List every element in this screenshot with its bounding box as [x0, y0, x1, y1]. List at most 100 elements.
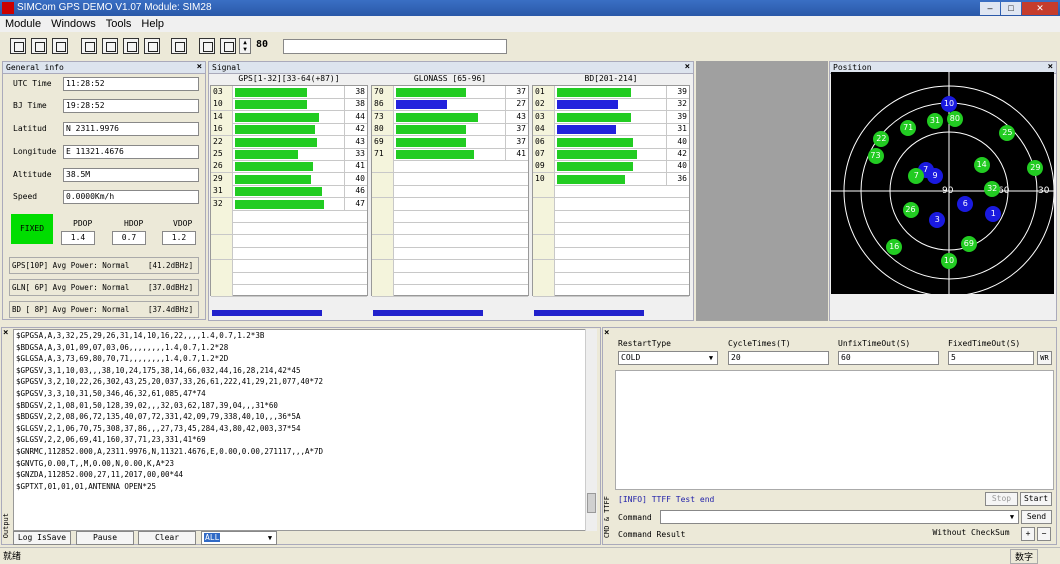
- signal-column: 70 37 86 27 73 43 80 37 69 37 71 41: [371, 85, 529, 298]
- grid-icon[interactable]: [102, 38, 118, 54]
- sat-id: 16: [211, 123, 233, 136]
- sat-id: [211, 234, 233, 247]
- number-icon[interactable]: [220, 38, 236, 54]
- signal-row: [372, 247, 528, 261]
- signal-row: [372, 197, 528, 211]
- wr-button[interactable]: WR: [1037, 351, 1052, 365]
- signal-row: [533, 185, 689, 199]
- minus-button[interactable]: −: [1037, 527, 1051, 541]
- signal-row: [211, 284, 367, 298]
- cycle-times-field[interactable]: 20: [728, 351, 829, 365]
- sat-id: [372, 197, 394, 210]
- play-icon[interactable]: [10, 38, 26, 54]
- nmea-line: $GPGSV,3,1,10,03,,,38,10,24,175,38,14,66…: [16, 365, 301, 375]
- signal-row: [533, 197, 689, 211]
- snr-value: 31: [666, 123, 687, 136]
- sat-id: [533, 185, 555, 198]
- snr-bar: [396, 125, 466, 135]
- plus-button[interactable]: +: [1021, 527, 1035, 541]
- minimize-button[interactable]: –: [980, 2, 1000, 15]
- signal-row: [372, 160, 528, 174]
- sat-id: [533, 210, 555, 222]
- snr-bar: [557, 100, 618, 110]
- snr-bar: [396, 88, 466, 97]
- fixed-timeout-label: FixedTimeOut(S): [948, 339, 1021, 348]
- chart-icon[interactable]: [81, 38, 97, 54]
- fixed-timeout-field[interactable]: 5: [948, 351, 1034, 365]
- snr-value: 42: [666, 148, 687, 160]
- pause-button[interactable]: Pause: [76, 531, 134, 545]
- clear-button[interactable]: Clear: [138, 531, 196, 545]
- sat-id: [372, 272, 394, 284]
- snr-bar: [557, 88, 631, 97]
- restart-type-select[interactable]: COLD ▼: [618, 351, 718, 365]
- signal-row: [211, 272, 367, 285]
- snr-value: 44: [344, 110, 365, 123]
- signal-group-title: GLONASS [65-96]: [413, 74, 487, 83]
- snr-bar: [557, 137, 633, 147]
- window-icon[interactable]: [144, 38, 160, 54]
- without-checksum-toggle[interactable]: Without CheckSum: [924, 527, 1018, 541]
- close-icon[interactable]: ×: [197, 62, 202, 73]
- nmea-line: $BDGSV,2,2,08,06,72,135,40,07,72,331,42,…: [16, 412, 301, 422]
- nmea-line: $GLGSA,A,3,73,69,80,70,71,,,,,,,,1.4,0.7…: [16, 354, 229, 364]
- export-icon[interactable]: [52, 38, 68, 54]
- field-value: N 2311.9976: [63, 122, 199, 136]
- record-icon[interactable]: [31, 38, 47, 54]
- sat-id: [372, 247, 394, 260]
- menu-module[interactable]: Module: [0, 16, 46, 32]
- hdop-label: HDOP: [124, 219, 144, 228]
- stop-button[interactable]: Stop: [985, 492, 1018, 506]
- send-button[interactable]: Send: [1021, 510, 1052, 524]
- snr-bar: [557, 162, 633, 172]
- table-icon[interactable]: [123, 38, 139, 54]
- radar-icon[interactable]: [171, 38, 187, 54]
- snr-bar: [396, 150, 474, 159]
- fix-status-badge: FIXED: [11, 214, 53, 244]
- start-button[interactable]: Start: [1020, 492, 1052, 506]
- signal-row: 07 42: [533, 148, 689, 161]
- log-issave-button[interactable]: Log IsSave: [13, 531, 71, 545]
- maximize-button[interactable]: □: [1001, 2, 1021, 15]
- sat-id: [372, 222, 394, 235]
- menu-bar: Module Windows Tools Help: [0, 16, 1060, 32]
- filter-value: ALL: [204, 533, 221, 542]
- command-input[interactable]: ▼: [660, 510, 1019, 524]
- menu-tools[interactable]: Tools: [101, 16, 137, 32]
- signal-row: 86 27: [372, 98, 528, 112]
- nmea-log[interactable]: $GPGSA,A,3,32,25,29,26,31,14,10,16,22,,,…: [13, 329, 597, 531]
- menu-help[interactable]: Help: [136, 16, 169, 32]
- power-row: BD [ 8P] Avg Power: Normal [37.4dBHz]: [9, 301, 199, 318]
- snr-bar: [235, 88, 307, 97]
- sat-id: 71: [372, 148, 394, 160]
- signal-row: [372, 222, 528, 236]
- snr-bar: [396, 112, 478, 122]
- signal-row: 69 37: [372, 135, 528, 149]
- general-info-title: General info: [6, 63, 64, 72]
- menu-windows[interactable]: Windows: [46, 16, 101, 32]
- chevron-down-icon: ▼: [1009, 513, 1015, 521]
- unfix-timeout-field[interactable]: 60: [838, 351, 939, 365]
- list-icon[interactable]: [199, 38, 215, 54]
- toolbar-text-field[interactable]: [283, 39, 507, 54]
- snr-value: 38: [344, 86, 365, 98]
- sat-id: [533, 272, 555, 284]
- close-icon[interactable]: ×: [3, 328, 8, 338]
- signal-row: [533, 222, 689, 236]
- scrollbar-thumb[interactable]: [587, 493, 596, 513]
- chevron-down-icon: ▼: [708, 354, 714, 362]
- snr-value: 27: [505, 98, 526, 111]
- sat-id: 73: [372, 110, 394, 123]
- signal-row: 10 38: [211, 98, 367, 112]
- unfix-timeout-label: UnfixTimeOut(S): [838, 339, 911, 348]
- field-value: 19:28:52: [63, 99, 199, 113]
- sat-id: 06: [533, 135, 555, 148]
- filter-select[interactable]: ALL ▼: [201, 531, 277, 545]
- spin-button[interactable]: ▲ ▼: [239, 38, 251, 54]
- log-scrollbar[interactable]: [585, 329, 597, 531]
- close-button[interactable]: ✕: [1022, 2, 1058, 15]
- close-icon[interactable]: ×: [604, 328, 609, 338]
- satellite-marker: 31: [927, 113, 943, 129]
- signal-row: [372, 172, 528, 186]
- signal-row: [533, 259, 689, 273]
